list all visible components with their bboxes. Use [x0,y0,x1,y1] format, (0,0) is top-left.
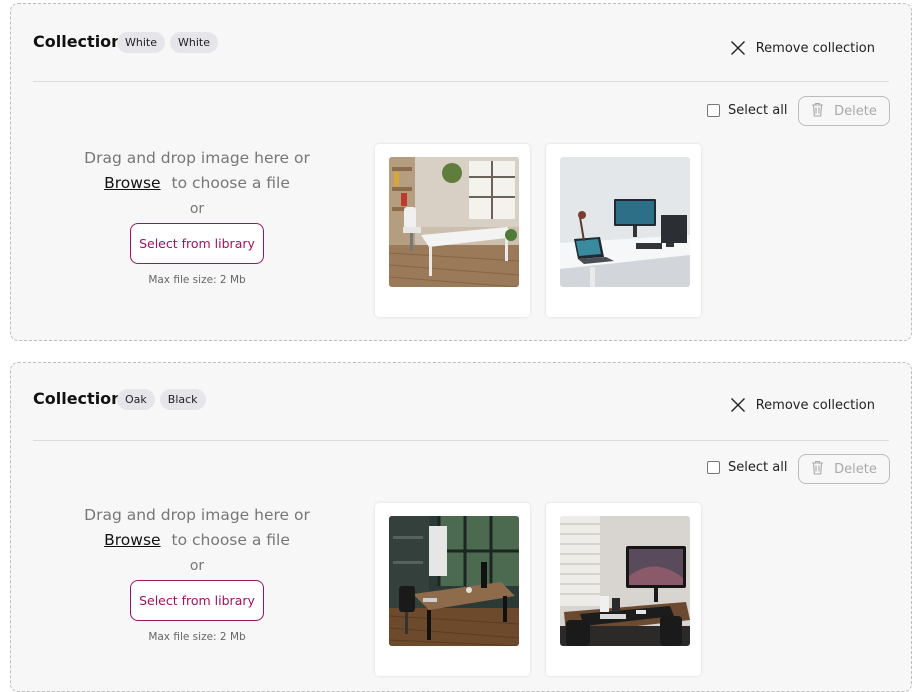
close-icon [730,40,746,56]
image-thumbnail[interactable] [560,516,690,646]
delete-button[interactable]: Delete [798,454,890,484]
select-all-checkbox[interactable]: Select all [707,103,787,118]
dropzone-text-rest: to choose a file [171,174,290,192]
max-file-size: Max file size: 2 Mb [148,631,246,643]
image-thumbnail[interactable] [560,157,690,287]
select-all-label: Select all [728,460,788,475]
dropzone[interactable]: Drag and drop image here or Browse to ch… [61,146,333,286]
delete-label: Delete [834,103,877,119]
max-file-size: Max file size: 2 Mb [148,274,246,286]
image-card[interactable] [375,144,530,317]
dropzone-text-rest: to choose a file [171,531,290,549]
or-separator: or [189,201,205,217]
remove-collection-button[interactable]: Remove collection [730,40,875,56]
image-thumbnail[interactable] [389,516,519,646]
delete-label: Delete [834,461,877,477]
or-separator: or [189,558,205,574]
collection-tag: Oak [117,389,155,410]
delete-button[interactable]: Delete [798,96,890,126]
collection-tag: White [117,32,165,53]
collection-panel: Collection Oak Black Remove collection S… [10,362,912,692]
collection-tag: Black [159,389,206,410]
checkbox-box[interactable] [707,104,720,117]
select-all-label: Select all [728,103,788,118]
browse-link[interactable]: Browse [104,531,160,549]
close-icon [730,397,746,413]
collection-tags: White White [117,32,218,53]
collection-title: Collection [33,389,123,408]
remove-collection-label: Remove collection [755,397,875,413]
image-thumbnail[interactable] [389,157,519,287]
collection-tags: Oak Black [117,389,206,410]
trash-icon [811,460,824,479]
remove-collection-button[interactable]: Remove collection [730,397,875,413]
select-all-checkbox[interactable]: Select all [707,460,787,475]
remove-collection-label: Remove collection [755,40,875,56]
browse-link[interactable]: Browse [104,174,160,192]
dropzone-text: Drag and drop image here or [84,149,310,167]
collection-title: Collection [33,32,123,51]
select-from-library-button[interactable]: Select from library [130,223,264,264]
divider [33,440,889,441]
collection-panel: Collection White White Remove collection… [10,3,912,341]
checkbox-box[interactable] [707,461,720,474]
dropzone[interactable]: Drag and drop image here or Browse to ch… [61,503,333,643]
image-card[interactable] [546,144,701,317]
divider [33,81,889,82]
collection-tag: White [170,32,218,53]
select-from-library-button[interactable]: Select from library [130,580,264,621]
image-card[interactable] [375,503,530,676]
image-card[interactable] [546,503,701,676]
dropzone-text: Drag and drop image here or [84,506,310,524]
trash-icon [811,102,824,121]
